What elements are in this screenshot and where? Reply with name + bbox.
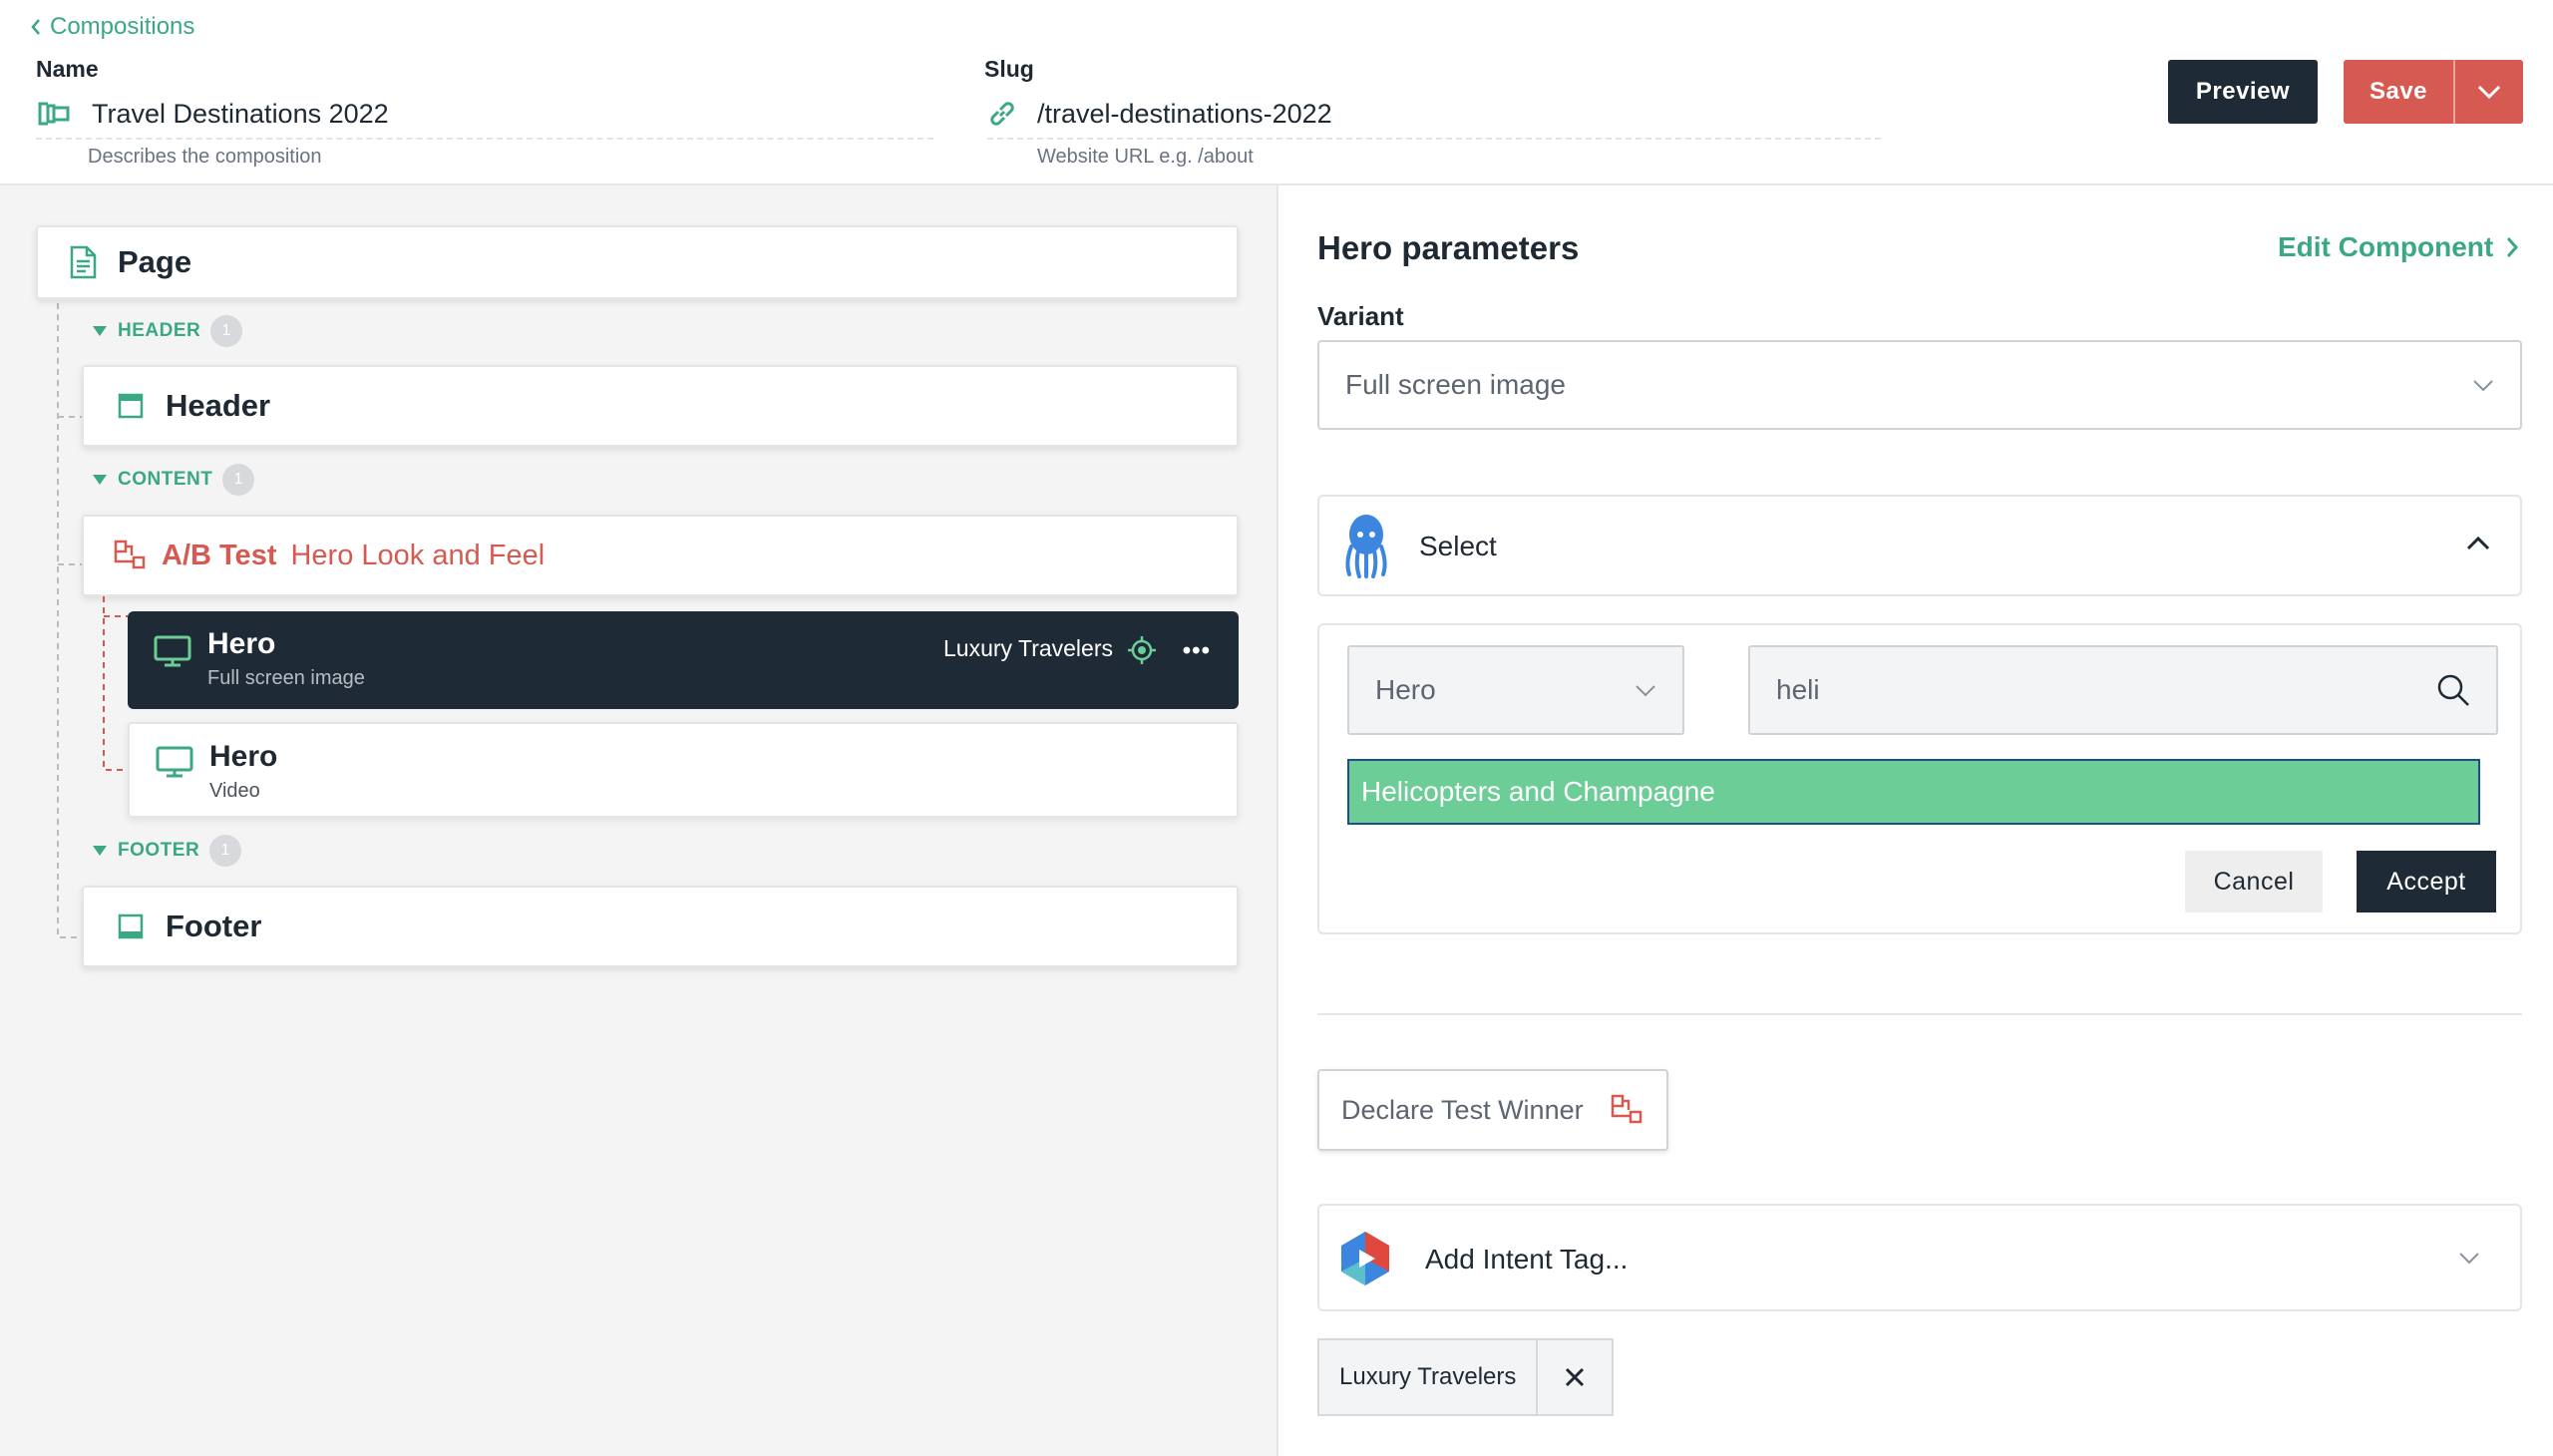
link-icon <box>987 99 1017 129</box>
section-footer-label: FOOTER <box>118 840 200 861</box>
ab-test-icon <box>114 540 148 571</box>
section-footer-count: 1 <box>209 835 242 867</box>
chevron-down-icon <box>1635 684 1656 697</box>
save-options-dropdown[interactable] <box>2453 60 2523 124</box>
intent-tag-label: Luxury Travelers <box>1319 1340 1539 1414</box>
caret-down-icon <box>92 325 108 337</box>
variant-value: Full screen image <box>1345 369 1566 400</box>
tree-node-ab-test[interactable]: A/B Test Hero Look and Feel <box>82 515 1239 596</box>
page-icon <box>68 245 98 279</box>
search-input-value: heli <box>1776 674 1820 705</box>
save-button-group: Save <box>2344 60 2523 124</box>
chevron-right-icon <box>2505 235 2519 259</box>
preview-button[interactable]: Preview <box>2168 60 2318 124</box>
slug-label: Slug <box>984 56 1034 82</box>
monitor-icon <box>156 746 193 778</box>
top-bar: Compositions Name Travel Destinations 20… <box>0 0 2553 185</box>
hero-title: Hero <box>207 627 276 660</box>
variant-select[interactable]: Full screen image <box>1317 340 2522 430</box>
intent-tag-selector[interactable]: Add Intent Tag... <box>1317 1204 2522 1311</box>
name-label: Name <box>36 56 99 82</box>
back-link-label: Compositions <box>50 13 195 40</box>
section-content-label: CONTENT <box>118 469 213 490</box>
intent-logo-icon <box>1337 1230 1393 1287</box>
slug-input[interactable]: /travel-destinations-2022 <box>1037 99 1332 130</box>
section-divider <box>1317 1013 2522 1015</box>
chevron-down-icon <box>2477 85 2501 99</box>
section-content-count: 1 <box>222 464 255 496</box>
target-icon[interactable] <box>1127 635 1157 665</box>
more-options-icon[interactable]: ••• <box>1183 637 1211 665</box>
remove-tag-button[interactable] <box>1538 1340 1612 1414</box>
tree-node-footer[interactable]: Footer <box>82 886 1239 967</box>
select-label: Select <box>1419 531 1497 561</box>
edit-component-label: Edit Component <box>2278 231 2494 262</box>
edit-component-link[interactable]: Edit Component <box>2278 231 2519 263</box>
select-panel-body: Hero heli Helicopters and Champagne Canc… <box>1317 623 2522 934</box>
monitor-icon <box>154 635 191 667</box>
declare-test-winner-button[interactable]: Declare Test Winner <box>1317 1069 1668 1151</box>
tree-node-hero-selected[interactable]: Hero Full screen image Luxury Travelers … <box>128 611 1239 709</box>
cancel-button[interactable]: Cancel <box>2185 851 2323 912</box>
name-input[interactable]: Travel Destinations 2022 <box>92 99 389 130</box>
composition-icon <box>36 100 72 128</box>
accept-button[interactable]: Accept <box>2357 851 2496 912</box>
chevron-down-icon <box>2472 379 2494 392</box>
intent-tag-chip: Luxury Travelers <box>1317 1338 1615 1416</box>
ab-test-icon <box>1611 1094 1644 1126</box>
footer-node-label: Footer <box>166 909 262 943</box>
declare-winner-label: Declare Test Winner <box>1341 1094 1584 1125</box>
type-select-value: Hero <box>1375 674 1436 705</box>
intent-tag-placeholder: Add Intent Tag... <box>1425 1244 1629 1274</box>
search-result-item[interactable]: Helicopters and Champagne <box>1347 759 2480 825</box>
chevron-left-icon <box>30 18 42 36</box>
tree-node-page[interactable]: Page <box>36 225 1239 299</box>
caret-down-icon <box>92 845 108 857</box>
footer-block-icon <box>118 913 144 939</box>
section-content-toggle[interactable]: CONTENT 1 <box>92 464 255 496</box>
chevron-up-icon[interactable] <box>2466 537 2490 550</box>
header-block-icon <box>118 393 144 419</box>
parameters-title: Hero parameters <box>1317 229 1580 266</box>
octopus-logo-icon <box>1341 513 1391 578</box>
name-field[interactable]: Travel Destinations 2022 <box>36 90 933 140</box>
caret-down-icon <box>92 474 108 486</box>
name-help-text: Describes the composition <box>88 146 322 168</box>
personalization-tag-label: Luxury Travelers <box>942 635 1113 661</box>
hero-video-subtitle: Video <box>209 780 260 802</box>
save-button[interactable]: Save <box>2344 60 2453 124</box>
variant-label: Variant <box>1317 301 1404 331</box>
section-footer-toggle[interactable]: FOOTER 1 <box>92 835 242 867</box>
section-header-count: 1 <box>210 315 243 347</box>
section-header-label: HEADER <box>118 320 201 341</box>
ab-test-name: Hero Look and Feel <box>290 539 546 571</box>
tree-node-header[interactable]: Header <box>82 365 1239 447</box>
tree-node-hero-video[interactable]: Hero Video <box>128 722 1239 818</box>
close-icon <box>1564 1366 1586 1388</box>
hero-subtitle: Full screen image <box>207 667 365 689</box>
composition-tree-panel: Page HEADER 1 Header CONTENT 1 A/B Test … <box>0 185 1278 1456</box>
chevron-down-icon <box>2458 1252 2480 1265</box>
search-icon[interactable] <box>2436 673 2470 707</box>
slug-help-text: Website URL e.g. /about <box>1037 146 1254 168</box>
section-header-toggle[interactable]: HEADER 1 <box>92 315 243 347</box>
header-node-label: Header <box>166 388 271 423</box>
select-panel-header[interactable]: Select <box>1317 495 2522 596</box>
type-select[interactable]: Hero <box>1347 645 1684 735</box>
slug-field[interactable]: /travel-destinations-2022 <box>987 90 1881 140</box>
back-to-compositions-link[interactable]: Compositions <box>30 12 194 42</box>
hero-video-title: Hero <box>209 740 278 773</box>
page-node-label: Page <box>118 244 192 279</box>
ab-test-prefix: A/B Test <box>162 539 277 571</box>
search-input[interactable]: heli <box>1748 645 2498 735</box>
